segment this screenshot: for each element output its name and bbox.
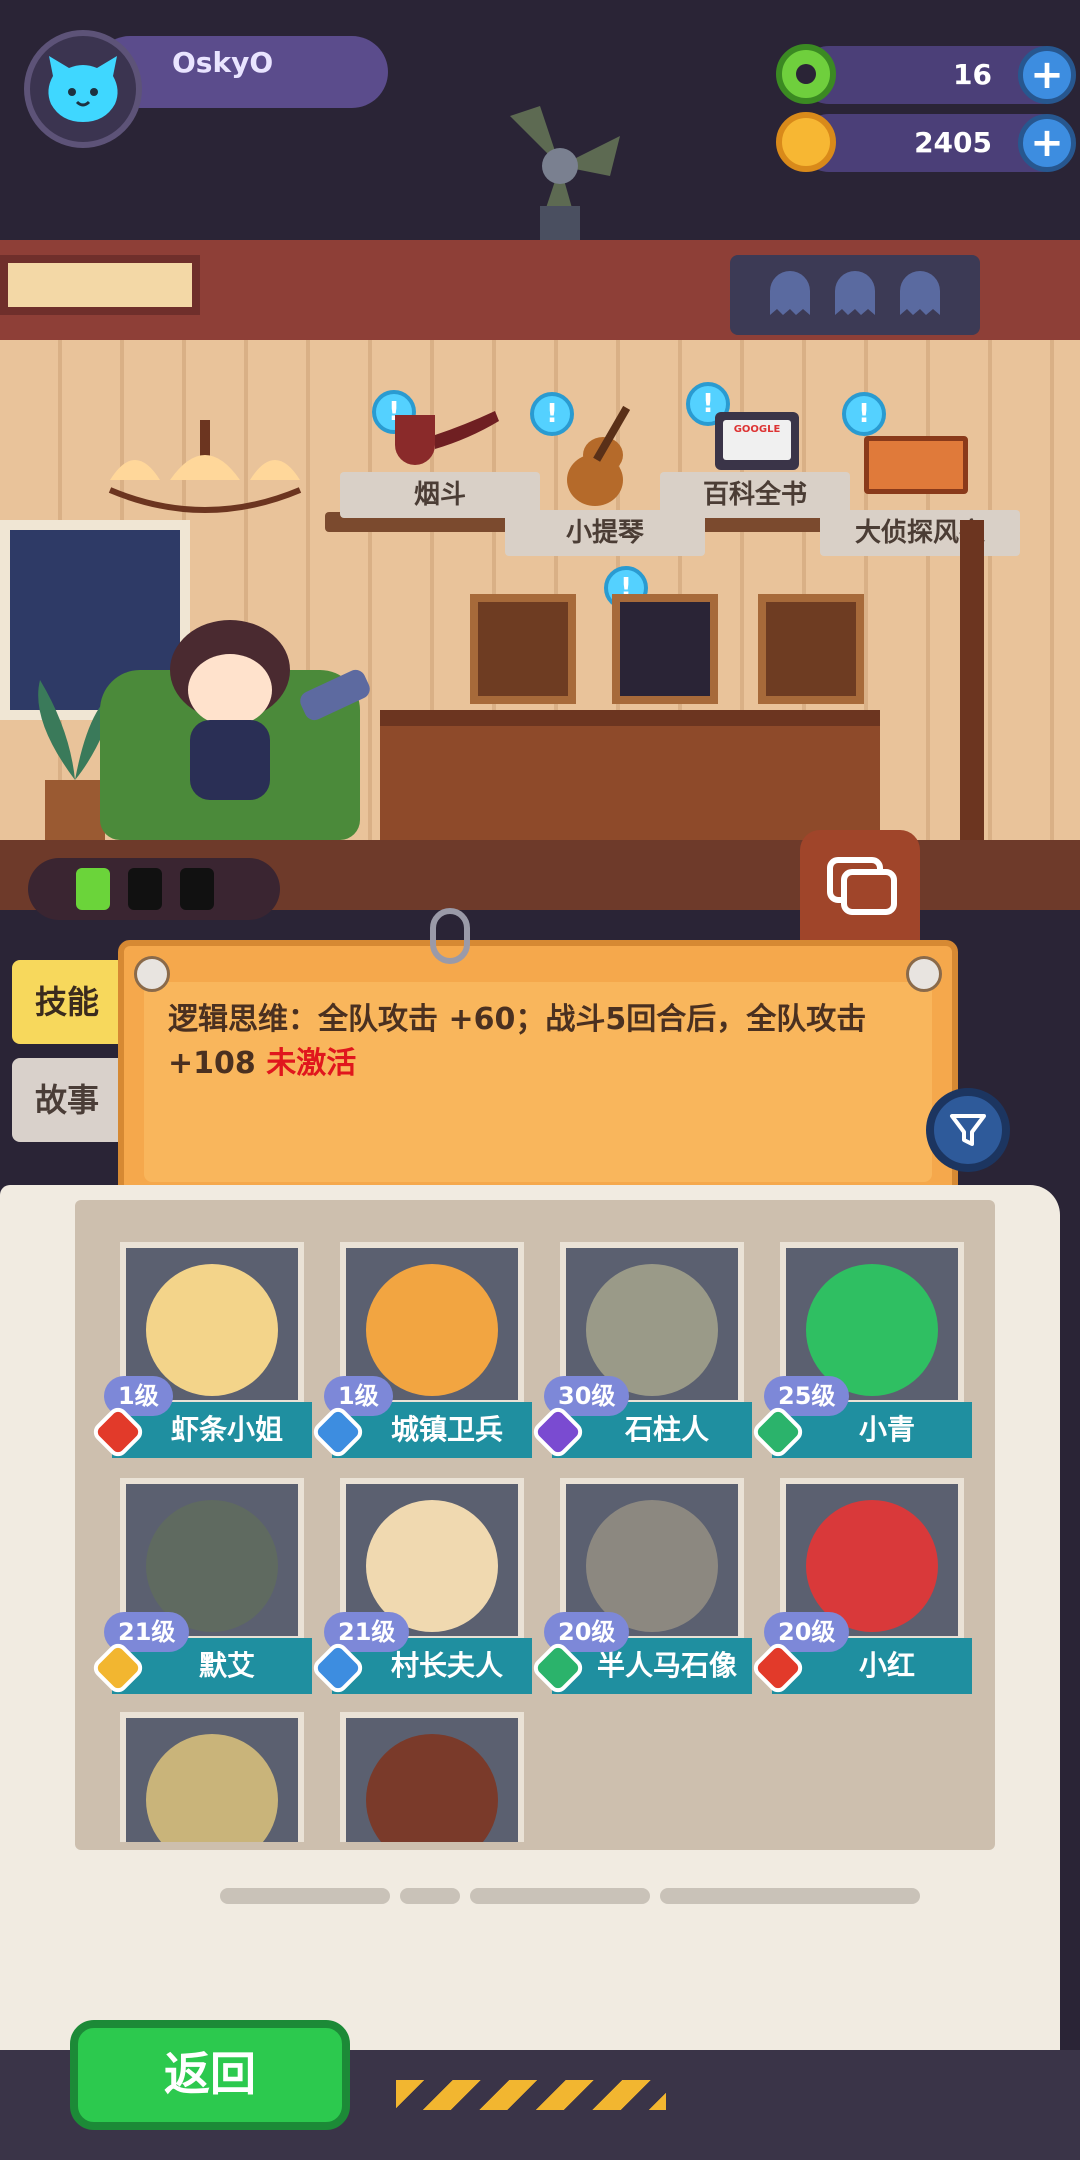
tab-story[interactable]: 故事 — [12, 1058, 122, 1142]
coat-rack — [960, 520, 984, 840]
telescope-icon — [300, 669, 370, 721]
character-card[interactable]: 默艾 21级 — [89, 1478, 312, 1700]
encyclopedia-icon[interactable]: GOOGLE — [715, 412, 799, 470]
violin-icon[interactable] — [555, 400, 655, 510]
add-coin-button[interactable]: + — [1018, 114, 1076, 172]
pin-icon — [134, 956, 170, 992]
ghost-panel — [730, 255, 980, 335]
battery-empty-icon — [180, 868, 214, 910]
chandelier — [90, 420, 320, 520]
hazard-stripe — [396, 2080, 666, 2110]
ghost-icons — [770, 271, 940, 315]
photo-frame-1[interactable] — [470, 594, 576, 704]
cards-icon — [827, 857, 897, 915]
character-card[interactable]: 虾条小姐 1级 — [89, 1242, 312, 1464]
filter-funnel-icon — [950, 1114, 986, 1146]
wardrobe-button[interactable] — [800, 830, 920, 940]
donut-currency: 16 + — [776, 44, 1076, 104]
character-card[interactable]: 村长夫人 21级 — [309, 1478, 532, 1700]
character-portrait — [120, 1712, 304, 1842]
character-portrait — [340, 1712, 524, 1842]
coin-currency: 2405 + — [776, 112, 1076, 172]
character-card[interactable] — [112, 1712, 312, 1842]
skill-description: 逻辑思维：全队攻击 +60；战斗5回合后，全队攻击 +108 未激活 — [168, 998, 928, 1086]
character-card[interactable] — [332, 1712, 532, 1842]
paperclip-icon — [430, 908, 470, 964]
add-donut-button[interactable]: + — [1018, 46, 1076, 104]
tab-skill[interactable]: 技能 — [12, 960, 122, 1044]
coin-planet-icon — [776, 112, 836, 172]
character-card[interactable]: 石柱人 30级 — [529, 1242, 752, 1464]
back-button[interactable]: 返回 — [70, 2020, 350, 2130]
blurred-footer-text — [220, 1888, 980, 1912]
player-profile[interactable]: OskyO — [24, 30, 388, 148]
photo-frame-2[interactable] — [612, 594, 718, 704]
player-avatar[interactable] — [24, 30, 142, 148]
pipe-icon[interactable] — [385, 405, 505, 475]
cat-avatar-icon — [48, 56, 118, 122]
detective-character[interactable] — [160, 620, 300, 800]
detective-coat-icon[interactable] — [864, 436, 968, 494]
character-card[interactable]: 城镇卫兵 1级 — [309, 1242, 532, 1464]
battery-empty-icon — [128, 868, 162, 910]
ceiling-vent — [0, 255, 200, 315]
coat-alert-badge[interactable]: ! — [842, 392, 886, 436]
donut-count: 16 — [953, 58, 992, 91]
filter-button[interactable] — [926, 1088, 1010, 1172]
ceiling-fan-icon — [510, 106, 620, 246]
character-card[interactable]: 小青 25级 — [749, 1242, 972, 1464]
character-card[interactable]: 半人马石像 20级 — [529, 1478, 752, 1700]
coin-count: 2405 — [914, 126, 992, 159]
battery-charged-icon — [76, 868, 110, 910]
pin-icon — [906, 956, 942, 992]
energy-battery[interactable] — [28, 858, 280, 920]
player-name: OskyO — [172, 46, 274, 79]
character-card[interactable]: 小红 20级 — [749, 1478, 972, 1700]
skill-status: 未激活 — [266, 1046, 357, 1081]
donut-icon — [776, 44, 836, 104]
photo-frame-3[interactable] — [758, 594, 864, 704]
item-plaque-coat[interactable]: 大侦探风衣 — [820, 510, 1020, 556]
